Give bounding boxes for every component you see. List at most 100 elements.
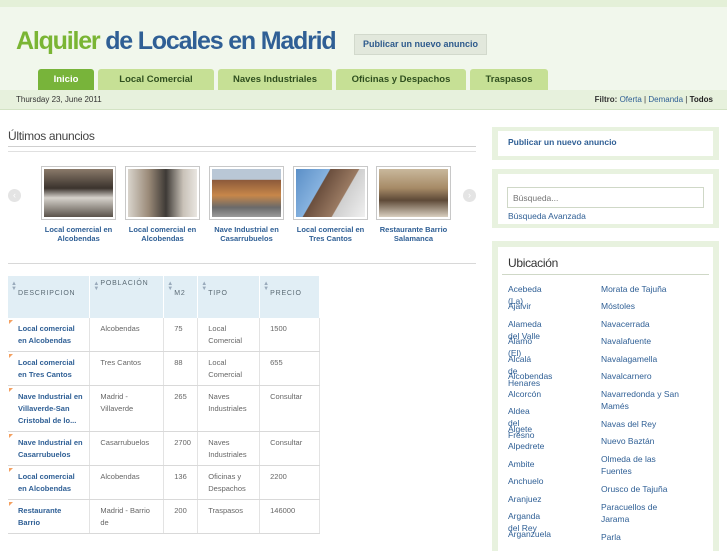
carousel-item[interactable]: Restaurante Barrio Salamanca [376,166,451,243]
carousel-item[interactable]: Nave Industrial en Casarrubuelos [209,166,284,243]
date-filter-bar: Thursday 23, June 2011 Filtro: Oferta | … [0,90,727,110]
tab-oficinas-despachos[interactable]: Oficinas y Despachos [336,69,466,90]
listing-precio: Consultar [259,385,320,432]
advanced-search-link[interactable]: Búsqueda Avanzada [508,211,586,221]
new-corner-icon [9,502,13,506]
top-strip [0,0,727,7]
tab-traspasos[interactable]: Traspasos [470,69,548,90]
filter-separator: | [644,95,647,104]
filter-separator: | [685,95,688,104]
listings-table: ▲ ▼ DESCRIPCION ▲ ▼ POBLACIÓN ▲ ▼ M2 ▲ ▼ TIPO ▲ ▼… [8,276,320,534]
location-link[interactable]: Aranjuez [508,493,542,505]
listing-title-link[interactable]: Nave Industrial en Casarrubuelos [8,431,91,466]
current-date: Thursday 23, June 2011 [16,95,102,104]
listing-m2: 2700 [163,431,199,466]
carousel-item[interactable]: Local comercial en Tres Cantos [293,166,368,243]
divider [8,151,476,152]
table-row[interactable]: Local comercial en Alcobendas Alcobendas… [8,465,320,500]
location-link[interactable]: Ajalvir [508,300,531,312]
section-title-latest-ads: Últimos anuncios [8,129,95,143]
tab-local-comercial[interactable]: Local Comercial [98,69,214,90]
new-corner-icon [9,320,13,324]
sort-icon: ▲ ▼ [11,281,18,292]
listing-title-link[interactable]: Local comercial en Alcobendas [8,318,91,352]
listing-precio: 146000 [259,499,320,534]
listing-poblacion: Casarrubuelos [89,431,165,466]
filter-todos-link[interactable]: Todos [690,95,713,104]
carousel-next-icon[interactable]: › [463,189,476,202]
listing-tipo: Naves Industriales [197,431,261,466]
location-link[interactable]: Anchuelo [508,475,543,487]
location-link[interactable]: Paracuellos de Jarama [601,501,681,525]
photo-warehouse-icon [209,166,284,220]
listing-title-link[interactable]: Restaurante Barrio [8,499,91,534]
carousel-item[interactable]: Local comercial en Alcobendas [125,166,200,243]
listing-precio: 1500 [259,318,320,352]
column-header-descripcion[interactable]: ▲ ▼ DESCRIPCION [8,276,91,318]
location-link[interactable]: Alcorcón [508,388,541,400]
site-title[interactable]: Alquiler de Locales en Madrid [16,27,337,56]
listing-precio: Consultar [259,431,320,466]
table-row[interactable]: Local comercial en Alcobendas Alcobendas… [8,318,320,352]
listing-poblacion: Tres Cantos [89,351,165,386]
table-row[interactable]: Nave Industrial en Villaverde-San Cristo… [8,385,320,432]
tab-inicio[interactable]: Inicio [38,69,94,90]
main-nav: Inicio Local Comercial Naves Industriale… [38,69,552,90]
sort-icon: ▲ ▼ [263,281,270,292]
location-link[interactable]: Parla [601,531,711,543]
location-link[interactable]: Olmeda de las Fuentes [601,453,681,477]
photo-shop-interior-icon [41,166,116,220]
tab-naves-industriales[interactable]: Naves Industriales [218,69,332,90]
search-input[interactable] [507,187,704,208]
column-header-tipo[interactable]: ▲ ▼ TIPO [197,276,261,318]
new-corner-icon [9,388,13,392]
location-link[interactable]: Arganzuela [508,528,551,540]
listing-precio: 655 [259,351,320,386]
location-link[interactable]: Navalagamella [601,353,711,365]
sidebar-publish-link[interactable]: Publicar un nuevo anuncio [508,137,617,147]
divider [502,274,709,275]
listing-poblacion: Madrid - Barrio de [89,499,165,534]
table-row[interactable]: Local comercial en Tres Cantos Tres Cant… [8,351,320,386]
location-link[interactable]: Alpedrete [508,440,544,452]
listing-m2: 265 [163,385,199,432]
new-corner-icon [9,354,13,358]
listing-title-link[interactable]: Nave Industrial en Villaverde-San Cristo… [8,385,91,432]
location-link[interactable]: Morata de Tajuña [601,283,711,295]
listing-tipo: Naves Industriales [197,385,261,432]
filter-demanda-link[interactable]: Demanda [648,95,683,104]
location-link[interactable]: Móstoles [601,300,711,312]
location-link[interactable]: Ambite [508,458,534,470]
listing-title-link[interactable]: Local comercial en Tres Cantos [8,351,91,386]
carousel-prev-icon[interactable]: ‹ [8,189,21,202]
location-link[interactable]: Navalafuente [601,335,711,347]
filter-label: Filtro: [594,95,618,104]
listing-tipo: Oficinas y Despachos [197,465,261,500]
location-link[interactable]: Navacerrada [601,318,711,330]
location-link[interactable]: Nuevo Baztán [601,435,711,447]
column-header-m2[interactable]: ▲ ▼ M2 [163,276,199,318]
listing-m2: 200 [163,499,199,534]
carousel-caption: Restaurante Barrio Salamanca [379,225,448,243]
location-link[interactable]: Orusco de Tajuña [601,483,711,495]
publish-ad-button[interactable]: Publicar un nuevo anuncio [354,34,488,55]
table-row[interactable]: Restaurante Barrio Madrid - Barrio de 20… [8,499,320,534]
listing-m2: 136 [163,465,199,500]
new-corner-icon [9,434,13,438]
location-link[interactable]: Alcobendas [508,370,552,382]
site-title-part1: Alquiler [16,27,101,55]
location-link[interactable]: Navarredonda y San Mamés [601,388,701,412]
listing-m2: 88 [163,351,199,386]
location-link[interactable]: Navas del Rey [601,418,711,430]
filter-oferta-link[interactable]: Oferta [620,95,642,104]
carousel-item[interactable]: Local comercial en Alcobendas [41,166,116,243]
photo-restaurant-icon [376,166,451,220]
divider [8,263,476,264]
location-link[interactable]: Navalcarnero [601,370,711,382]
location-link[interactable]: Algete [508,423,532,435]
listing-title-link[interactable]: Local comercial en Alcobendas [8,465,91,500]
column-header-poblacion[interactable]: ▲ ▼ POBLACIÓN [89,276,165,318]
table-row[interactable]: Nave Industrial en Casarrubuelos Casarru… [8,431,320,466]
column-header-precio[interactable]: ▲ ▼ PRECIO [259,276,320,318]
new-corner-icon [9,468,13,472]
